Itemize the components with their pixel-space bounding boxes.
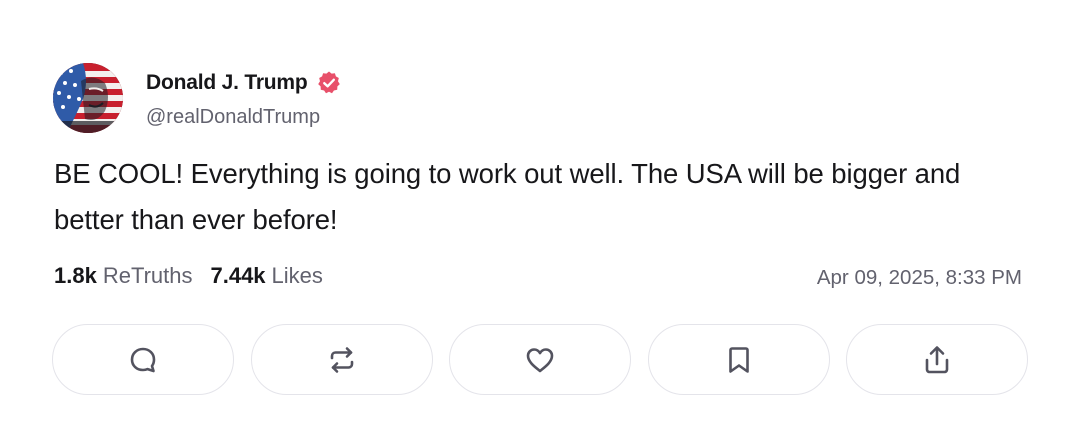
- post-card: Donald J. Trump @realDonaldTrump BE COOL…: [0, 0, 1080, 442]
- reply-button[interactable]: [52, 324, 234, 395]
- likes-label[interactable]: Likes: [272, 263, 323, 289]
- share-icon: [925, 345, 949, 373]
- author-handle[interactable]: @realDonaldTrump: [146, 106, 320, 129]
- retruth-button[interactable]: [250, 324, 433, 395]
- like-icon: [526, 347, 554, 372]
- action-bar: [52, 324, 1028, 397]
- retruths-count[interactable]: 1.8k: [54, 263, 97, 289]
- retruths-label[interactable]: ReTruths: [103, 263, 193, 289]
- post-timestamp: Apr 09, 2025, 8:33 PM: [816, 266, 1022, 289]
- author-display-name[interactable]: Donald J. Trump: [146, 71, 308, 95]
- avatar-image: [53, 63, 123, 133]
- likes-count[interactable]: 7.44k: [210, 263, 265, 289]
- bookmark-icon: [728, 346, 749, 373]
- retruth-icon: [330, 346, 353, 373]
- share-button[interactable]: [846, 324, 1028, 395]
- avatar[interactable]: [53, 63, 123, 133]
- bookmark-button[interactable]: [647, 324, 830, 395]
- verified-badge-icon: [317, 71, 340, 94]
- post-stats: 1.8k ReTruths 7.44k Likes: [54, 263, 323, 289]
- reply-icon: [130, 347, 156, 372]
- post-text: BE COOL! Everything is going to work out…: [54, 158, 961, 235]
- author-name-row: Donald J. Trump: [146, 70, 342, 96]
- like-button[interactable]: [449, 324, 631, 395]
